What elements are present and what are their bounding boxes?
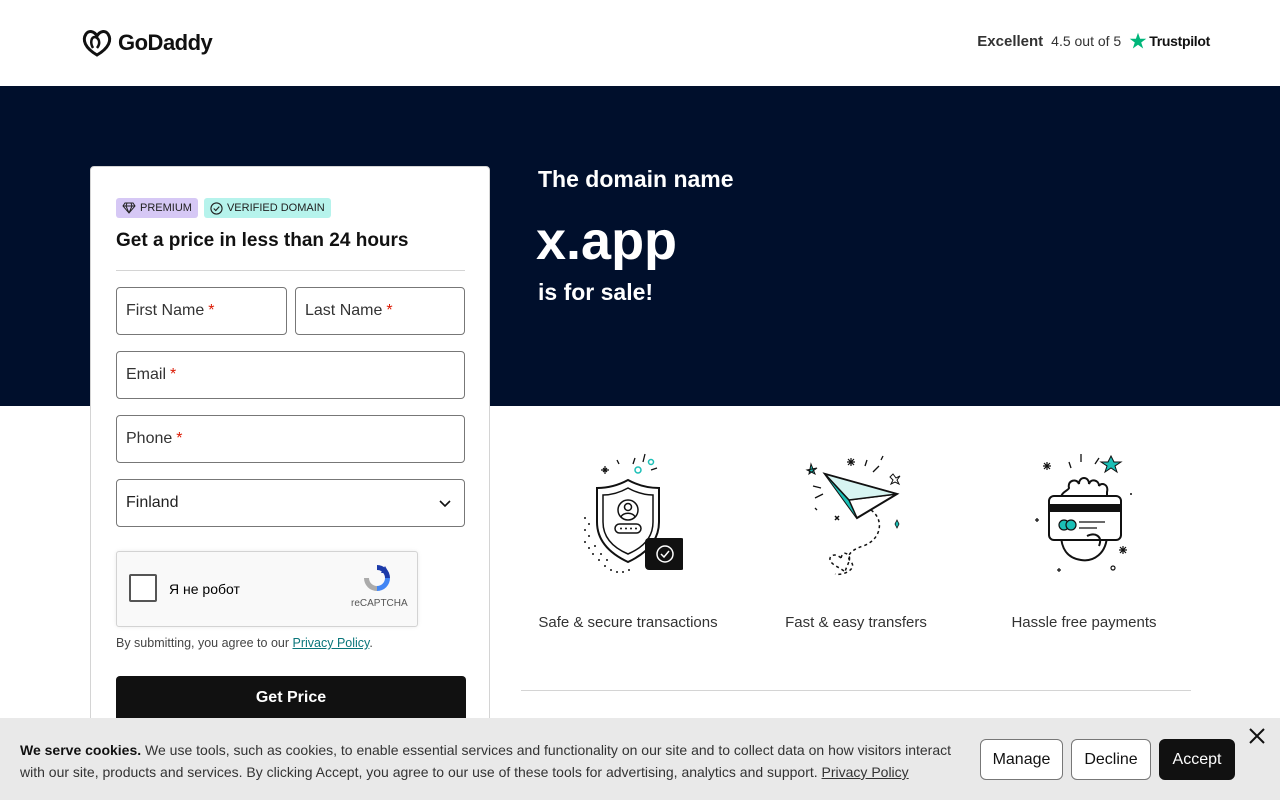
consent-prefix: By submitting, you agree to our: [116, 636, 290, 650]
last-name-label: Last Name: [305, 302, 383, 319]
feature-hassle-free: Hassle free payments: [979, 450, 1189, 631]
privacy-policy-link[interactable]: Privacy Policy: [293, 636, 370, 650]
logo-text: GoDaddy: [118, 30, 213, 55]
country-select-value: Finland: [126, 494, 179, 511]
feature-caption: Safe & secure transactions: [538, 614, 718, 631]
feature-caption: Fast & easy transfers: [785, 614, 927, 631]
trustpilot-rating-word: Excellent: [977, 32, 1044, 50]
consent-text: By submitting, you agree to our Privacy …: [116, 636, 373, 650]
verified-domain-badge: VERIFIED DOMAIN: [203, 198, 331, 218]
recaptcha-widget: Я не робот reCAPTCHA: [116, 551, 418, 627]
recaptcha-checkbox[interactable]: [129, 574, 157, 602]
cookie-privacy-link[interactable]: Privacy Policy: [822, 764, 909, 780]
form-divider: [116, 270, 465, 271]
recaptcha-label: Я не робот: [169, 581, 240, 597]
check-circle-icon: [210, 201, 223, 215]
phone-field[interactable]: Phone *: [116, 415, 465, 463]
paper-plane-icon: [805, 455, 901, 576]
form-title: Get a price in less than 24 hours: [116, 230, 409, 251]
shield-icon: [584, 453, 683, 573]
phone-label: Phone: [126, 430, 173, 447]
diamond-icon: [122, 202, 136, 214]
trustpilot-rating[interactable]: Excellent 4.5 out of 5 Trustpilot: [977, 32, 1210, 50]
premium-badge-label: PREMIUM: [140, 202, 192, 214]
required-mark: *: [208, 302, 215, 319]
premium-badge: PREMIUM: [116, 198, 198, 218]
consent-suffix: .: [369, 636, 373, 650]
hero-domain-name: x.app: [536, 211, 678, 271]
godaddy-logo-icon: [82, 30, 112, 57]
trustpilot-brand: Trustpilot: [1149, 33, 1210, 49]
hero-for-sale: is for sale!: [538, 279, 654, 305]
last-name-field[interactable]: Last Name *: [295, 287, 465, 335]
recaptcha-brand: reCAPTCHA: [351, 598, 408, 609]
cookie-message: We serve cookies. We use tools, such as …: [20, 739, 960, 783]
manage-button[interactable]: Manage: [980, 739, 1063, 780]
required-mark: *: [170, 366, 177, 383]
email-label: Email: [126, 366, 167, 383]
feature-caption: Hassle free payments: [1011, 614, 1157, 631]
email-field[interactable]: Email *: [116, 351, 465, 399]
trustpilot-star-icon: [1129, 32, 1147, 49]
first-name-field[interactable]: First Name *: [116, 287, 287, 335]
decline-button[interactable]: Decline: [1071, 739, 1151, 780]
badge-row: PREMIUM VERIFIED DOMAIN: [116, 198, 331, 218]
chevron-down-icon: [439, 500, 451, 508]
recaptcha-logo-icon: [364, 565, 390, 591]
features-divider: [521, 690, 1191, 691]
cookie-body: We use tools, such as cookies, to enable…: [20, 742, 952, 780]
required-mark: *: [176, 430, 183, 447]
godaddy-logo[interactable]: GoDaddy: [81, 28, 213, 58]
feature-fast-easy: Fast & easy transfers: [751, 450, 961, 631]
required-mark: *: [386, 302, 393, 319]
trustpilot-score: 4.5 out of 5: [1051, 33, 1122, 49]
country-select[interactable]: Finland: [116, 479, 465, 527]
close-icon[interactable]: [1247, 726, 1267, 746]
cookie-heading: We serve cookies.: [20, 742, 142, 758]
price-request-form: PREMIUM VERIFIED DOMAIN Get a price in l…: [90, 166, 490, 786]
site-header: GoDaddy Excellent 4.5 out of 5 Trustpilo…: [0, 0, 1280, 86]
cookie-banner: We serve cookies. We use tools, such as …: [0, 718, 1280, 800]
hero-intro: The domain name: [538, 166, 734, 192]
first-name-label: First Name: [126, 302, 205, 319]
accept-button[interactable]: Accept: [1159, 739, 1235, 780]
credit-card-hand-icon: [1035, 454, 1132, 572]
verified-badge-label: VERIFIED DOMAIN: [226, 202, 325, 214]
feature-safe-secure: Safe & secure transactions: [523, 450, 733, 631]
